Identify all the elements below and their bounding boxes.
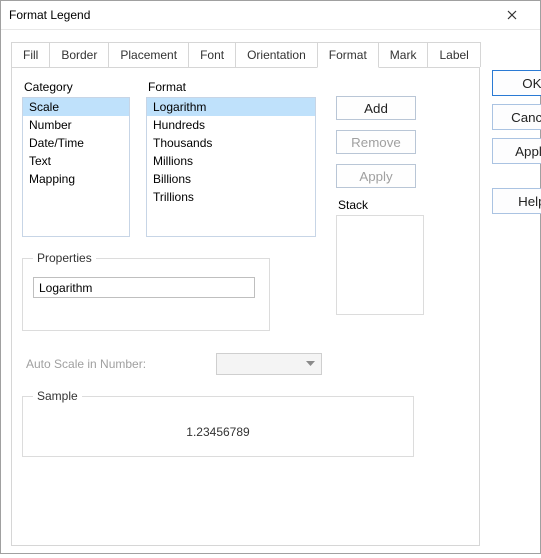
sample-legend: Sample — [33, 389, 82, 403]
list-item[interactable]: Millions — [147, 152, 315, 170]
cancel-button[interactable]: Cancel — [492, 104, 541, 130]
titlebar: Format Legend — [1, 1, 540, 30]
remove-button[interactable]: Remove — [336, 130, 416, 154]
properties-group: Properties — [22, 251, 270, 331]
apply-button[interactable]: Apply — [492, 138, 541, 164]
tab-border[interactable]: Border — [49, 42, 109, 67]
apply-format-button[interactable]: Apply — [336, 164, 416, 188]
close-icon — [507, 10, 517, 20]
format-listbox[interactable]: Logarithm Hundreds Thousands Millions Bi… — [146, 97, 316, 237]
tab-fill[interactable]: Fill — [11, 42, 50, 67]
list-item[interactable]: Scale — [23, 98, 129, 116]
autoscale-combo[interactable] — [216, 353, 322, 375]
list-item[interactable]: Mapping — [23, 170, 129, 188]
list-item[interactable]: Thousands — [147, 134, 315, 152]
properties-input[interactable] — [33, 277, 255, 298]
list-item[interactable]: Number — [23, 116, 129, 134]
list-item[interactable]: Billions — [147, 170, 315, 188]
add-button[interactable]: Add — [336, 96, 416, 120]
tab-label[interactable]: Label — [427, 42, 480, 67]
properties-legend: Properties — [33, 251, 96, 265]
left-panel: Fill Border Placement Font Orientation F… — [11, 40, 480, 546]
list-item[interactable]: Trillions — [147, 188, 315, 206]
close-button[interactable] — [492, 1, 532, 29]
category-listbox[interactable]: Scale Number Date/Time Text Mapping — [22, 97, 130, 237]
stack-label: Stack — [338, 198, 469, 212]
tab-panel-format: Category Scale Number Date/Time Text Map… — [11, 68, 480, 546]
help-button[interactable]: Help — [492, 188, 541, 214]
tab-mark[interactable]: Mark — [378, 42, 429, 67]
ok-button[interactable]: OK — [492, 70, 541, 96]
list-item[interactable]: Hundreds — [147, 116, 315, 134]
autoscale-row: Auto Scale in Number: — [22, 353, 322, 375]
tab-strip: Fill Border Placement Font Orientation F… — [11, 42, 480, 68]
tab-font[interactable]: Font — [188, 42, 236, 67]
category-label: Category — [24, 80, 146, 94]
dialog-window: Format Legend Fill Border Placement Font… — [0, 0, 541, 554]
tab-placement[interactable]: Placement — [108, 42, 189, 67]
tab-format[interactable]: Format — [317, 42, 379, 68]
stack-listbox[interactable] — [336, 215, 424, 315]
list-item[interactable]: Logarithm — [147, 98, 315, 116]
format-label: Format — [148, 80, 316, 94]
autoscale-label: Auto Scale in Number: — [22, 357, 216, 371]
tab-orientation[interactable]: Orientation — [235, 42, 318, 67]
client-area: Fill Border Placement Font Orientation F… — [1, 30, 540, 558]
list-item[interactable]: Text — [23, 152, 129, 170]
side-button-panel: OK Cancel Apply Help — [492, 40, 541, 546]
chevron-down-icon — [306, 361, 315, 367]
window-title: Format Legend — [9, 8, 492, 22]
list-item[interactable]: Date/Time — [23, 134, 129, 152]
